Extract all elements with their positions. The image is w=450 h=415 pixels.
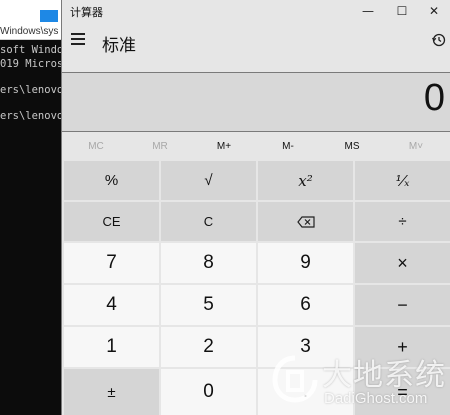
calculator-header: 标准 — [62, 22, 450, 72]
memory-subtract-button[interactable]: M- — [256, 133, 320, 159]
console-titlebar: Windows\sys — [0, 0, 62, 40]
percent-button[interactable]: % — [64, 161, 159, 200]
console-window: Windows\sys soft Windo 019 Micros ers\le… — [0, 0, 62, 415]
divide-button[interactable]: ÷ — [355, 202, 450, 241]
multiply-button[interactable]: × — [355, 243, 450, 283]
console-app-icon — [40, 10, 58, 22]
memory-recall-button[interactable]: MR — [128, 133, 192, 159]
watermark: 大地系统 DadiGhost.com — [272, 350, 450, 415]
watermark-chinese: 大地系统 — [322, 358, 446, 393]
memory-list-button[interactable]: M˅ — [384, 133, 448, 159]
watermark-url: DadiGhost.com — [324, 390, 428, 407]
maximize-button[interactable]: ☐ — [385, 0, 419, 22]
negate-button[interactable]: ± — [64, 369, 159, 415]
console-line: ers\lenovo — [0, 110, 62, 122]
reciprocal-button[interactable]: ¹⁄ₓ — [355, 161, 450, 200]
clear-button[interactable]: C — [161, 202, 256, 241]
history-icon[interactable] — [431, 32, 447, 48]
watermark-logo-icon — [272, 355, 318, 403]
digit-1-button[interactable]: 1 — [64, 327, 159, 367]
mode-title: 标准 — [102, 36, 136, 56]
memory-store-button[interactable]: MS — [320, 133, 384, 159]
minus-button[interactable]: − — [355, 285, 450, 325]
menu-icon[interactable] — [68, 30, 88, 52]
window-title: 计算器 — [70, 6, 103, 19]
console-line: soft Windo — [0, 44, 62, 56]
digit-5-button[interactable]: 5 — [161, 285, 256, 325]
result-display: 0 — [62, 72, 450, 132]
memory-clear-button[interactable]: MC — [64, 133, 128, 159]
digit-8-button[interactable]: 8 — [161, 243, 256, 283]
memory-row: MC MR M+ M- MS M˅ — [62, 133, 450, 159]
display-value: 0 — [423, 77, 445, 119]
titlebar: 计算器 — ☐ ✕ — [62, 0, 450, 22]
close-button[interactable]: ✕ — [417, 0, 450, 22]
console-line: 019 Micros — [0, 58, 62, 70]
digit-4-button[interactable]: 4 — [64, 285, 159, 325]
memory-add-button[interactable]: M+ — [192, 133, 256, 159]
digit-7-button[interactable]: 7 — [64, 243, 159, 283]
digit-6-button[interactable]: 6 — [258, 285, 353, 325]
square-button[interactable]: x² — [258, 161, 353, 200]
digit-0-button[interactable]: 0 — [161, 369, 256, 415]
minimize-button[interactable]: — — [351, 0, 385, 22]
backspace-button[interactable] — [258, 202, 353, 241]
digit-2-button[interactable]: 2 — [161, 327, 256, 367]
clear-entry-button[interactable]: CE — [64, 202, 159, 241]
console-line: ers\lenovo — [0, 84, 62, 96]
console-title: Windows\sys — [0, 26, 59, 37]
sqrt-button[interactable]: √ — [161, 161, 256, 200]
backspace-icon — [296, 215, 315, 228]
digit-9-button[interactable]: 9 — [258, 243, 353, 283]
